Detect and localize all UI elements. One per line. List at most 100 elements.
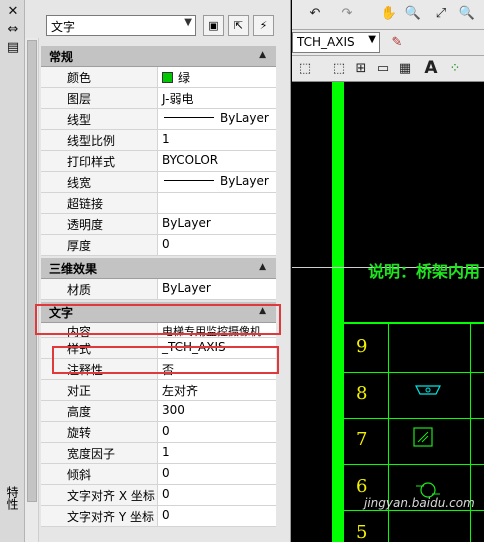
property-value[interactable]: 1	[158, 130, 276, 150]
property-key: 文字对齐 Y 坐标	[41, 506, 158, 526]
property-value[interactable]: 0	[158, 422, 276, 442]
pan-icon[interactable]: ✋	[380, 5, 398, 23]
property-value[interactable]: 绿	[158, 67, 276, 87]
property-row-style[interactable]: 样式 _TCH_AXIS	[41, 338, 276, 359]
device-lead-icon	[416, 485, 440, 495]
boundary-icon[interactable]: ⬚	[330, 60, 348, 78]
property-key: 颜色	[41, 67, 158, 87]
table-border-top	[344, 322, 484, 324]
category-text[interactable]: 文字 ▲	[41, 302, 276, 323]
property-row-plot-style[interactable]: 打印样式 BYCOLOR	[41, 151, 276, 172]
property-key: 透明度	[41, 214, 158, 234]
property-value[interactable]: 电梯专用监控摄像机	[158, 323, 276, 337]
palette-menu-icon[interactable]: ▤	[5, 40, 21, 56]
collapse-icon[interactable]: ▲	[259, 306, 266, 316]
drawing-canvas[interactable]: 说明：桥架内用 9 8 7 6 5 jingyan.baidu.com	[292, 82, 484, 542]
property-row-width-factor[interactable]: 宽度因子 1	[41, 443, 276, 464]
device-circle-icon	[420, 482, 436, 498]
property-key: 注释性	[41, 359, 158, 379]
region-icon[interactable]: ⬚	[296, 60, 314, 78]
draw-toolbar: ⬚ ⬚ ⊞ ▭ ▦ A ⁘	[292, 56, 484, 82]
property-value[interactable]: 0	[158, 485, 276, 505]
property-value[interactable]: ByLayer	[158, 279, 276, 299]
property-value[interactable]: 否	[158, 359, 276, 379]
category-title: 文字	[49, 306, 74, 320]
rectangle-icon[interactable]: ▭	[374, 60, 392, 78]
lineweight-preview	[164, 180, 214, 181]
property-value[interactable]: ByLayer	[158, 109, 276, 129]
property-key: 文字对齐 X 坐标	[41, 485, 158, 505]
linetype-value: ByLayer	[220, 111, 269, 125]
property-row-annotative[interactable]: 注释性 否	[41, 359, 276, 380]
property-row-transparency[interactable]: 透明度 ByLayer	[41, 214, 276, 235]
property-value[interactable]: J-弱电	[158, 88, 276, 108]
property-grid: 常规 ▲ 颜色 绿 图层 J-弱电 线型 ByLayer 线型比例 1 打印样式…	[41, 46, 276, 527]
property-value[interactable]: _TCH_AXIS	[158, 338, 276, 358]
property-value[interactable]: ByLayer	[158, 172, 276, 192]
chevron-down-icon: ▼	[368, 34, 376, 45]
category-general[interactable]: 常规 ▲	[41, 46, 276, 67]
table-icon[interactable]: ▦	[396, 60, 414, 78]
layer-dropdown[interactable]: TCH_AXIS ▼	[292, 32, 380, 53]
close-icon[interactable]: ✕	[5, 4, 21, 20]
zoom-previous-icon[interactable]: 🔍	[458, 5, 476, 23]
category-title: 常规	[49, 50, 74, 64]
property-key: 样式	[41, 338, 158, 358]
property-row-justify[interactable]: 对正 左对齐	[41, 380, 276, 401]
property-value[interactable]: BYCOLOR	[158, 151, 276, 171]
zoom-realtime-icon[interactable]: 🔍	[404, 5, 422, 23]
row-number: 5	[356, 522, 368, 542]
property-value[interactable]	[158, 193, 276, 213]
add-selected-icon[interactable]: ⁘	[446, 60, 464, 78]
property-row-height[interactable]: 高度 300	[41, 401, 276, 422]
property-value[interactable]: 0	[158, 506, 276, 526]
property-row-linetype-scale[interactable]: 线型比例 1	[41, 130, 276, 151]
property-row-lineweight[interactable]: 线宽 ByLayer	[41, 172, 276, 193]
quick-select-button[interactable]: ⚡	[253, 15, 274, 36]
object-type-dropdown[interactable]: 文字 ▼	[46, 15, 196, 36]
property-row-rotation[interactable]: 旋转 0	[41, 422, 276, 443]
multiline-text-icon[interactable]: A	[422, 59, 440, 77]
object-type-value: 文字	[51, 20, 76, 34]
properties-palette: ✕ ⇔ ▤ 特性 文字 ▼ ▣ ⇱ ⚡ 常规 ▲ 颜色 绿 图层 J-弱电 线型…	[0, 0, 291, 542]
autohide-icon[interactable]: ⇔	[5, 22, 21, 38]
property-row-thickness[interactable]: 厚度 0	[41, 235, 276, 256]
property-value[interactable]: ByLayer	[158, 214, 276, 234]
watermark: jingyan.baidu.com	[364, 496, 475, 510]
category-3d-effects[interactable]: 三维效果 ▲	[41, 258, 276, 279]
property-row-layer[interactable]: 图层 J-弱电	[41, 88, 276, 109]
collapse-icon[interactable]: ▲	[259, 50, 266, 60]
property-key: 线型	[41, 109, 158, 129]
undo-icon[interactable]: ↶	[306, 5, 324, 23]
property-key: 线宽	[41, 172, 158, 192]
property-value[interactable]: 300	[158, 401, 276, 421]
property-key: 内容	[41, 323, 158, 337]
camera-lens-icon	[425, 387, 431, 393]
property-key: 厚度	[41, 235, 158, 255]
redo-icon[interactable]: ↷	[338, 5, 356, 23]
zoom-window-icon[interactable]: ⤢	[432, 5, 450, 23]
standard-toolbar: ↶ ↷ ✋ 🔍 ⤢ 🔍	[292, 0, 484, 30]
collapse-icon[interactable]: ▲	[259, 262, 266, 272]
property-row-color[interactable]: 颜色 绿	[41, 67, 276, 88]
match-properties-icon[interactable]: ✎	[388, 34, 406, 52]
property-row-hyperlink[interactable]: 超链接	[41, 193, 276, 214]
property-key: 旋转	[41, 422, 158, 442]
palette-scroll-thumb[interactable]	[27, 40, 37, 502]
property-value[interactable]: 0	[158, 235, 276, 255]
property-value[interactable]: 左对齐	[158, 380, 276, 400]
property-value[interactable]: 1	[158, 443, 276, 463]
property-row-linetype[interactable]: 线型 ByLayer	[41, 109, 276, 130]
select-objects-button[interactable]: ⇱	[228, 15, 249, 36]
toggle-pickadd-button[interactable]: ▣	[203, 15, 224, 36]
property-row-material[interactable]: 材质 ByLayer	[41, 279, 276, 300]
property-row-contents[interactable]: 内容 电梯专用监控摄像机	[41, 323, 276, 338]
hatch-icon[interactable]: ⊞	[352, 60, 370, 78]
camera-dome-icon	[415, 385, 441, 395]
row-number: 8	[356, 383, 368, 404]
category-title: 三维效果	[49, 262, 98, 276]
property-row-align-y[interactable]: 文字对齐 Y 坐标 0	[41, 506, 276, 527]
property-row-align-x[interactable]: 文字对齐 X 坐标 0	[41, 485, 276, 506]
property-value[interactable]: 0	[158, 464, 276, 484]
property-row-oblique[interactable]: 倾斜 0	[41, 464, 276, 485]
